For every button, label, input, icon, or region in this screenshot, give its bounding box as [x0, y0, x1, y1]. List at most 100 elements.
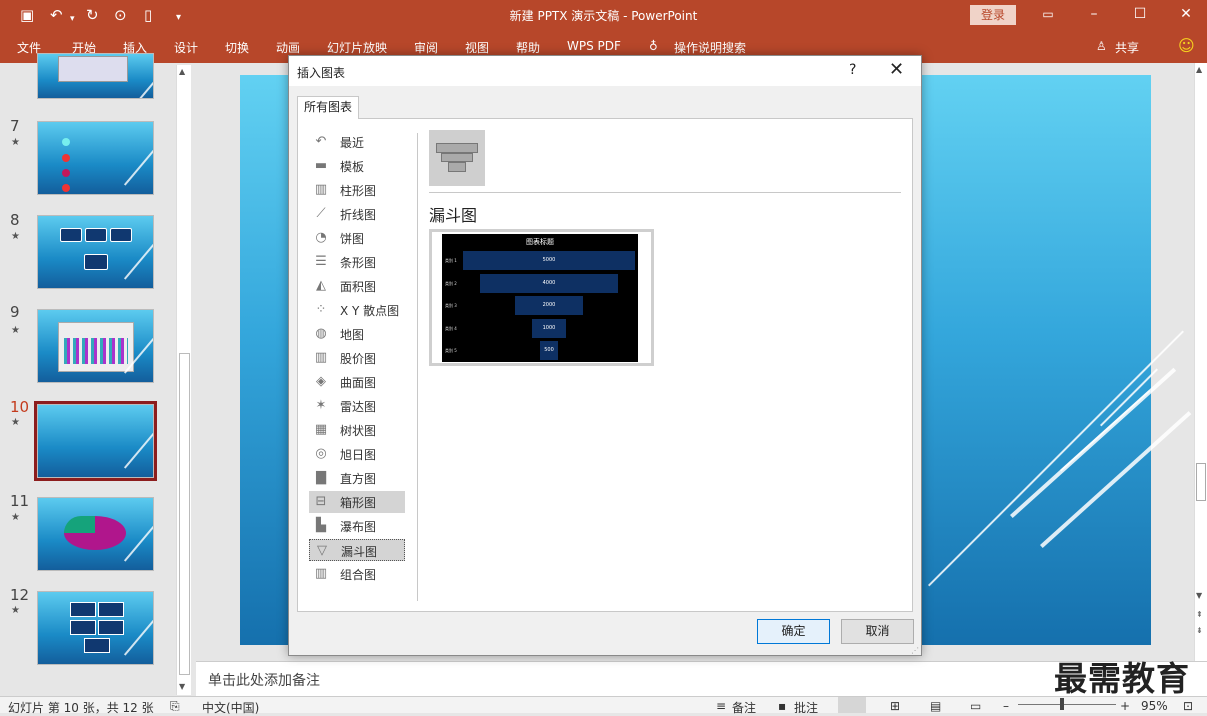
close-icon[interactable]: ✕	[1176, 5, 1196, 23]
scroll-up-icon[interactable]: ▲	[1196, 65, 1202, 74]
chart-category-label: 股价图	[340, 352, 377, 366]
chart-category-item[interactable]: ▥ 股价图	[309, 347, 405, 369]
scroll-up-icon[interactable]: ▲	[179, 67, 185, 76]
chart-category-item[interactable]: ✶ 雷达图	[309, 395, 405, 417]
title-bar: ▣ ↶ ▾ ↻ ⊙ ▯ ▾ 新建 PPTX 演示文稿 - PowerPoint …	[0, 0, 1207, 30]
thumbnail-scrollbar[interactable]: ▲ ▼	[176, 65, 191, 695]
chart-category-item[interactable]: ▥ 柱形图	[309, 179, 405, 201]
slide-thumbnail-12[interactable]	[37, 591, 154, 665]
slide-scroll-thumb[interactable]	[1196, 463, 1206, 501]
funnel-bar: 4000	[480, 273, 618, 293]
zoom-in-icon[interactable]: +	[1120, 699, 1130, 713]
tab-animations[interactable]: 动画	[276, 39, 300, 56]
zoom-out-icon[interactable]: –	[1003, 699, 1009, 713]
animation-star-icon: ★	[11, 605, 20, 616]
fit-slide-icon[interactable]: ⊡	[1183, 699, 1193, 713]
chart-preview[interactable]: 图表标题 5000 类别 1 4000 类别 2 2000 类别 3 1000 类别 4 500…	[429, 229, 654, 366]
slideshow-view-icon[interactable]: ▭	[970, 699, 981, 713]
tell-me-search[interactable]: 操作说明搜索	[674, 39, 746, 56]
chart-category-item[interactable]: ▙ 瀑布图	[309, 515, 405, 537]
line-chart-icon: ⟋	[316, 206, 326, 221]
chart-category-item[interactable]: ◍ 地图	[309, 323, 405, 345]
login-button[interactable]: 登录	[970, 5, 1016, 25]
share-button[interactable]: 共享	[1115, 39, 1139, 56]
chart-category-item[interactable]: ⟋ 折线图	[309, 203, 405, 225]
resize-grip-icon[interactable]: ⋰	[911, 646, 919, 655]
scroll-down-icon[interactable]: ▼	[1196, 591, 1202, 600]
language-indicator[interactable]: 中文(中国)	[202, 699, 259, 716]
tab-wps-pdf[interactable]: WPS PDF	[567, 39, 621, 53]
surface-chart-icon: ◈	[316, 374, 326, 389]
chart-category-item[interactable]: ⊟ 箱形图	[309, 491, 405, 513]
chart-category-item[interactable]: ◔ 饼图	[309, 227, 405, 249]
funnel-bar: 1000	[531, 318, 567, 338]
chart-category-item[interactable]: ◈ 曲面图	[309, 371, 405, 393]
chart-category-item[interactable]: ◭ 面积图	[309, 275, 405, 297]
chart-subtype-funnel[interactable]	[429, 130, 485, 186]
tab-review[interactable]: 审阅	[414, 39, 438, 56]
accessibility-icon[interactable]: ⎘	[170, 699, 180, 714]
dialog-close-icon[interactable]: ✕	[889, 59, 904, 80]
zoom-level[interactable]: 95%	[1141, 699, 1168, 713]
dialog-title-bar[interactable]: 插入图表 ? ✕	[289, 56, 921, 86]
slide-number: 7	[10, 117, 20, 135]
boxplot-chart-icon: ⊟	[315, 494, 327, 509]
chart-category-item[interactable]: ▽ 漏斗图	[309, 539, 405, 561]
slide-thumbnail-11[interactable]	[37, 497, 154, 571]
cancel-button[interactable]: 取消	[841, 619, 914, 644]
chart-category-label: 箱形图	[340, 496, 377, 510]
bar-chart-icon: ☰	[315, 254, 327, 269]
ok-button[interactable]: 确定	[757, 619, 830, 644]
minimize-icon[interactable]: –	[1084, 5, 1104, 23]
slide-thumbnail-8[interactable]	[37, 215, 154, 289]
maximize-icon[interactable]: ☐	[1130, 5, 1150, 23]
tab-view[interactable]: 视图	[465, 39, 489, 56]
zoom-slider-thumb[interactable]	[1060, 698, 1064, 710]
slide-thumbnail-9[interactable]	[37, 309, 154, 383]
chart-category-label: 地图	[340, 328, 365, 342]
chart-category-label: 直方图	[340, 472, 377, 486]
chart-category-label: 漏斗图	[341, 545, 378, 559]
tab-all-charts[interactable]: 所有图表	[297, 96, 359, 119]
slide-thumbnail-7[interactable]	[37, 121, 154, 195]
zoom-slider[interactable]	[1018, 704, 1116, 705]
normal-view-icon[interactable]	[838, 697, 866, 713]
ribbon-display-icon[interactable]: ▭	[1038, 5, 1058, 23]
animation-star-icon: ★	[11, 325, 20, 336]
notes-placeholder: 单击此处添加备注	[208, 673, 320, 689]
reading-view-icon[interactable]: ▤	[930, 699, 941, 713]
chart-category-label: 瀑布图	[340, 520, 377, 534]
slide-thumbnail-10[interactable]	[37, 404, 154, 478]
chart-category-item[interactable]: ▥ 组合图	[309, 563, 405, 585]
thumbnail-scroll-thumb[interactable]	[179, 353, 190, 675]
chart-category-item[interactable]: ▬ 模板	[309, 155, 405, 177]
slide-sorter-icon[interactable]: ⊞	[890, 699, 900, 713]
comments-toggle[interactable]: 批注	[794, 699, 818, 716]
tab-transitions[interactable]: 切换	[225, 39, 249, 56]
watermark-text: 最需教育	[1054, 659, 1190, 698]
subtype-divider	[429, 192, 901, 193]
previous-slide-icon[interactable]: ⇞	[1196, 610, 1203, 619]
slide-thumbnail-6[interactable]	[37, 53, 154, 99]
chart-category-item[interactable]: ↶ 最近	[309, 131, 405, 153]
animation-star-icon: ★	[11, 231, 20, 242]
chart-category-item[interactable]: ▇ 直方图	[309, 467, 405, 489]
notes-toggle[interactable]: 备注	[732, 699, 756, 716]
chart-category-item[interactable]: ☰ 条形图	[309, 251, 405, 273]
chart-category-item[interactable]: ◎ 旭日图	[309, 443, 405, 465]
smiley-icon[interactable]: ☺	[1178, 36, 1195, 55]
help-button[interactable]: ?	[849, 62, 856, 78]
slide-number-selected: 10	[10, 398, 30, 416]
status-bar: 幻灯片 第 10 张，共 12 张 ⎘ 中文(中国) ≡ 备注 ▪ 批注 ⊞ ▤…	[0, 696, 1207, 716]
scroll-down-icon[interactable]: ▼	[179, 682, 185, 691]
chart-category-item[interactable]: ▦ 树状图	[309, 419, 405, 441]
slide-number: 8	[10, 211, 20, 229]
tab-slideshow[interactable]: 幻灯片放映	[327, 39, 387, 56]
slide-scrollbar[interactable]: ▲ ▼ ⇞ ⇟	[1194, 63, 1207, 661]
insert-chart-dialog: 插入图表 ? ✕ 所有图表 ↶ 最近 ▬ 模板 ▥ 柱形图 ⟋ 折线图 ◔ 饼图 ☰ 条形图 ◭ 面积图 ⁘…	[288, 55, 922, 656]
chart-category-item[interactable]: ⁘ X Y 散点图	[309, 299, 405, 321]
tab-design[interactable]: 设计	[174, 39, 198, 56]
tab-help[interactable]: 帮助	[516, 39, 540, 56]
next-slide-icon[interactable]: ⇟	[1196, 626, 1203, 635]
funnel-bar: 2000	[514, 296, 584, 315]
